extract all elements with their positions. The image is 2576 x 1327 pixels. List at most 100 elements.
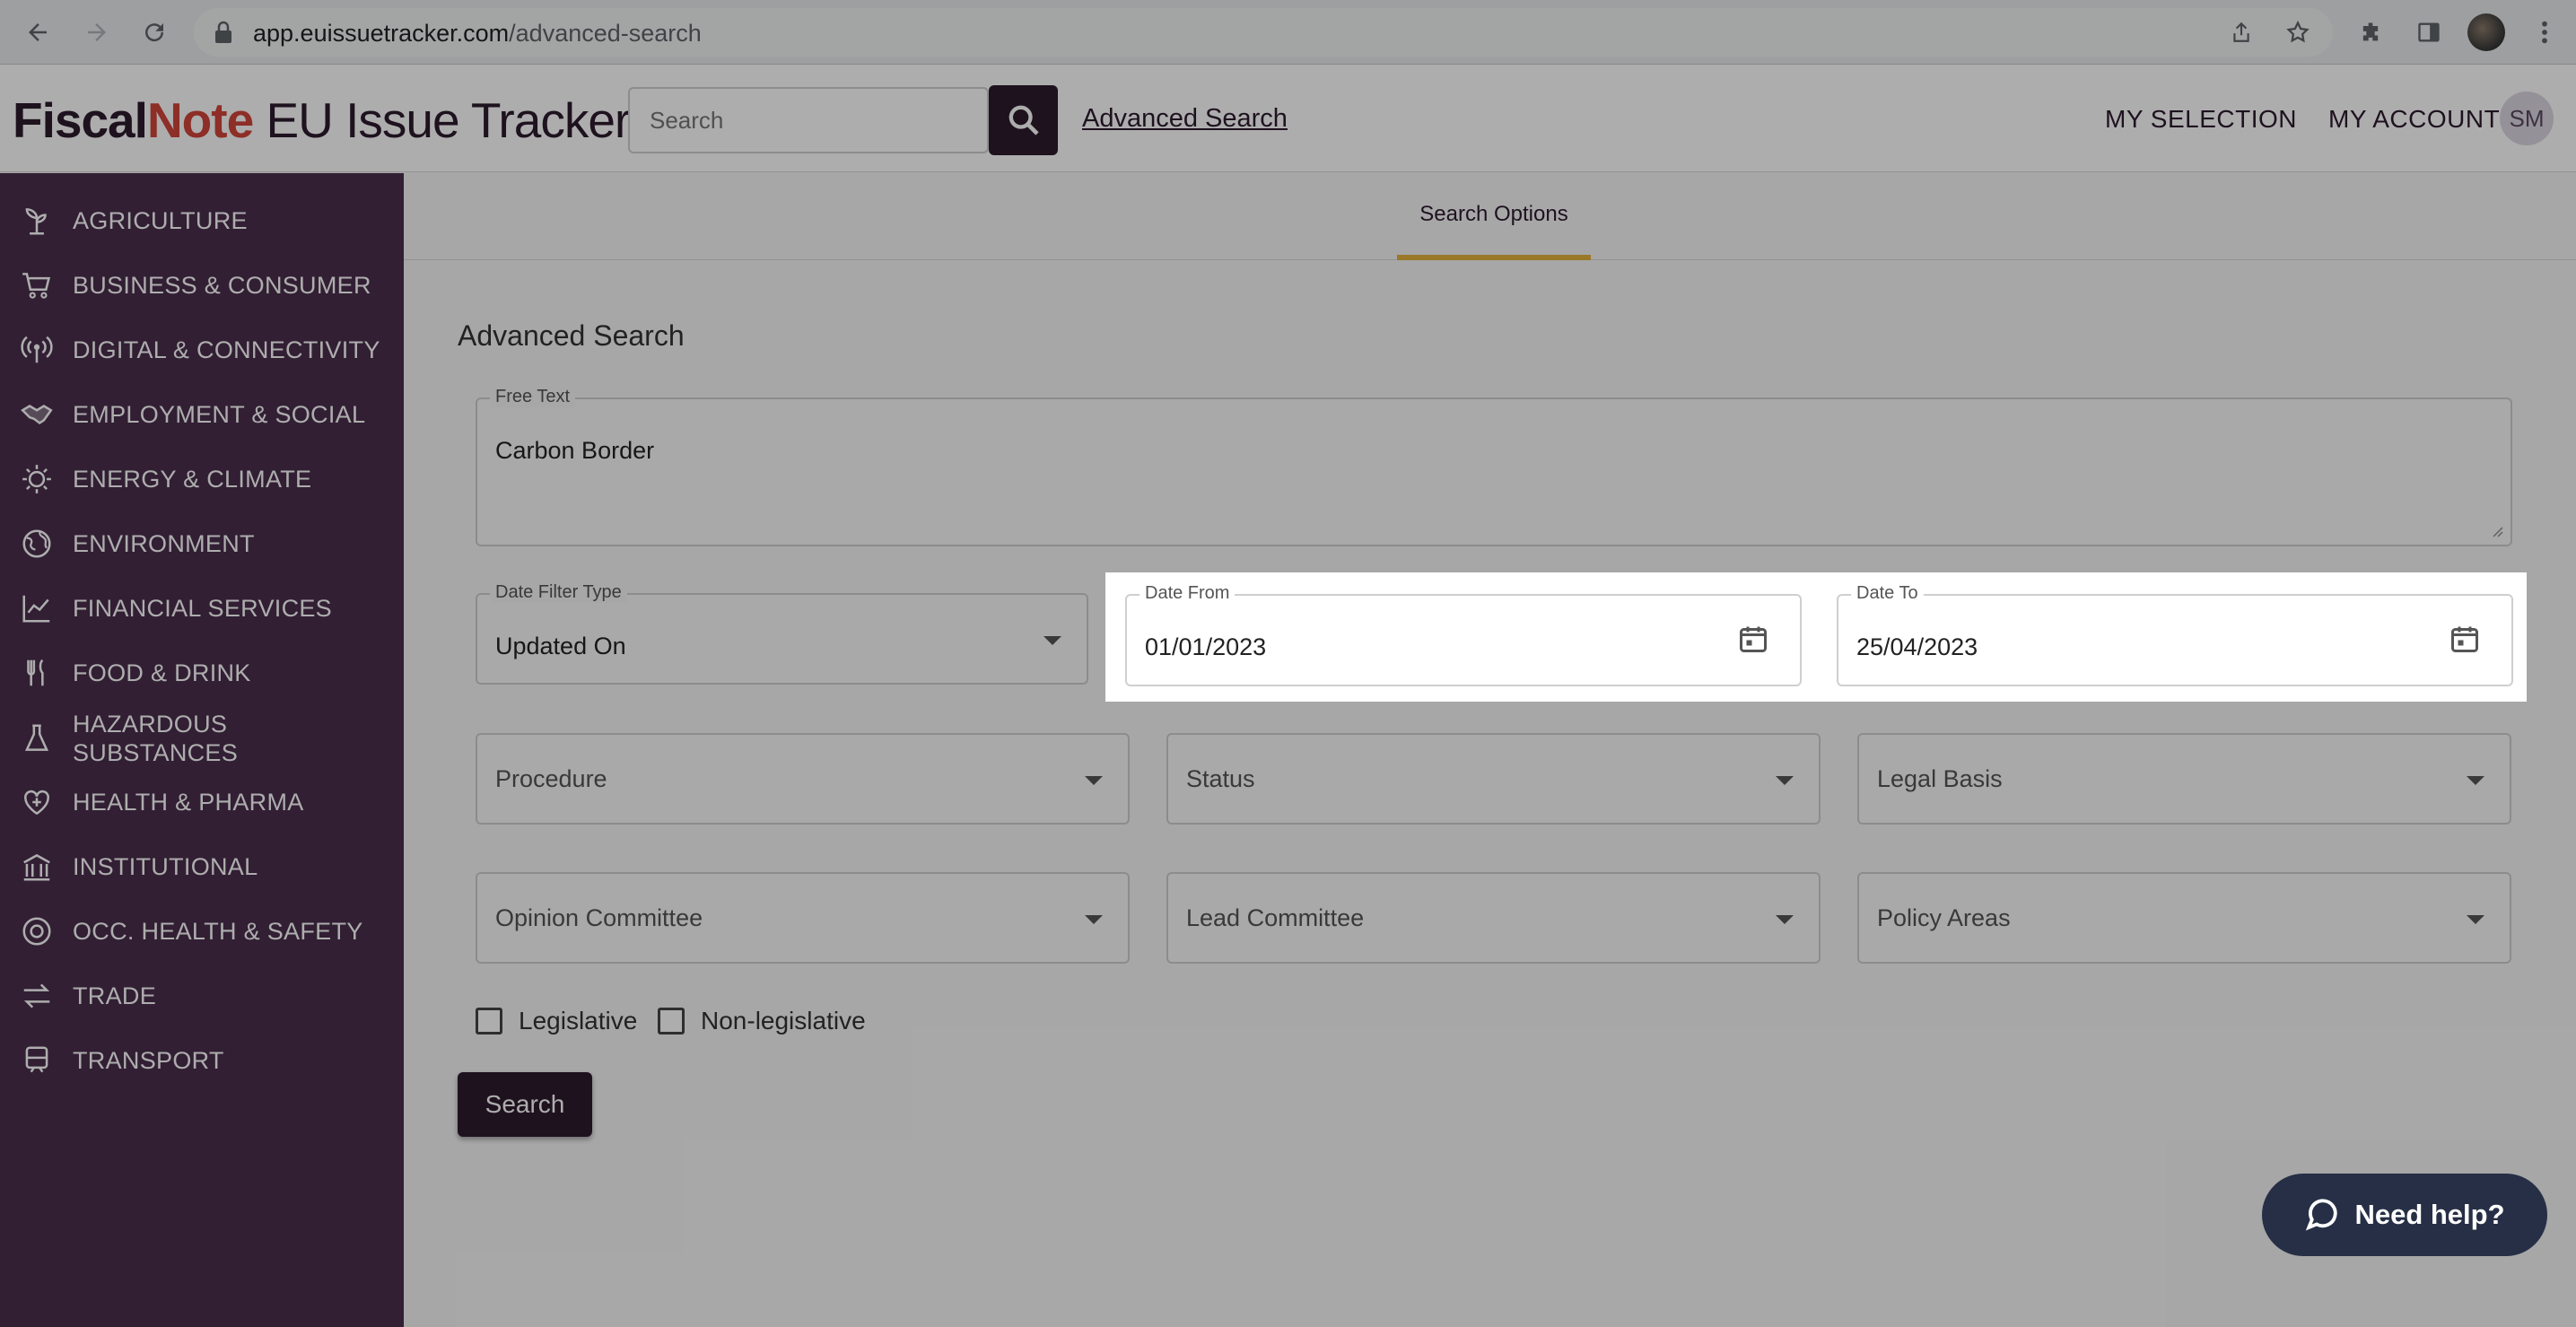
arrows-icon <box>18 977 56 1015</box>
reload-icon[interactable] <box>135 13 174 52</box>
chevron-down-icon <box>1043 636 1061 645</box>
non-legislative-checkbox[interactable] <box>658 1008 685 1035</box>
date-from-value: 01/01/2023 <box>1145 633 1267 660</box>
kebab-menu-icon[interactable] <box>2525 13 2564 52</box>
date-to-value: 25/04/2023 <box>1856 633 1978 660</box>
sidebar-item-label-line2: SUBSTANCES <box>73 739 239 766</box>
sidebar-item-occ-health-safety[interactable]: OCC. HEALTH & SAFETY <box>0 912 404 950</box>
broadcast-icon <box>18 331 56 369</box>
date-to-field[interactable]: Date To 25/04/2023 <box>1837 583 2513 686</box>
tab-bar: Search Options <box>404 173 2576 260</box>
chevron-down-icon <box>1776 915 1794 924</box>
header-search-button[interactable] <box>989 85 1058 155</box>
sidebar-item-financial-services[interactable]: FINANCIAL SERVICES <box>0 589 404 627</box>
non-legislative-label: Non-legislative <box>701 1007 866 1035</box>
legal-basis-select[interactable]: Legal Basis <box>1857 733 2511 825</box>
resize-handle-icon[interactable] <box>2489 523 2503 537</box>
chevron-down-icon <box>2467 776 2484 785</box>
my-account-link[interactable]: MY ACCOUNT <box>2328 105 2500 134</box>
procedure-placeholder: Procedure <box>495 765 607 792</box>
side-panel-icon[interactable] <box>2409 13 2449 52</box>
sidebar-item-transport[interactable]: TRANSPORT <box>0 1042 404 1079</box>
share-icon[interactable] <box>2222 13 2261 52</box>
lead-committee-select[interactable]: Lead Committee <box>1166 872 1821 964</box>
chat-bubble-icon <box>2306 1199 2338 1231</box>
status-select[interactable]: Status <box>1166 733 1821 825</box>
sidebar-item-institutional[interactable]: INSTITUTIONAL <box>0 848 404 886</box>
search-button[interactable]: Search <box>458 1072 592 1137</box>
lead-committee-placeholder: Lead Committee <box>1186 904 1365 931</box>
policy-areas-placeholder: Policy Areas <box>1877 904 2011 931</box>
bookmark-star-icon[interactable] <box>2278 13 2318 52</box>
url-text: app.euissuetracker.com/advanced-search <box>253 20 702 47</box>
sidebar-item-energy-climate[interactable]: ENERGY & CLIMATE <box>0 460 404 498</box>
sidebar-item-business-consumer[interactable]: BUSINESS & CONSUMER <box>0 266 404 304</box>
chevron-down-icon <box>1085 915 1103 924</box>
sidebar-item-label-line1: HAZARDOUS <box>73 711 228 738</box>
policy-areas-select[interactable]: Policy Areas <box>1857 872 2511 964</box>
sidebar-item-trade[interactable]: TRADE <box>0 977 404 1015</box>
plant-icon <box>18 202 56 240</box>
date-range-spotlight: Date From 01/01/2023 Date To 25/04/2023 <box>1105 572 2527 702</box>
free-text-value: Carbon Border <box>495 437 655 464</box>
train-icon <box>18 1042 56 1079</box>
main-content: Search Options Advanced Search Free Text… <box>404 173 2576 1327</box>
user-avatar[interactable]: SM <box>2500 92 2554 145</box>
chevron-down-icon <box>2467 915 2484 924</box>
heart-plus-icon <box>18 783 56 821</box>
sidebar-item-health-pharma[interactable]: HEALTH & PHARMA <box>0 783 404 821</box>
legal-basis-placeholder: Legal Basis <box>1877 765 2003 792</box>
chart-icon <box>18 589 56 627</box>
tab-search-options[interactable]: Search Options <box>1397 173 1591 260</box>
flask-icon <box>18 720 56 757</box>
my-selection-link[interactable]: MY SELECTION <box>2105 105 2297 134</box>
sidebar-item-hazardous-substances[interactable]: HAZARDOUS SUBSTANCES <box>0 710 404 767</box>
sidebar-item-food-drink[interactable]: FOOD & DRINK <box>0 654 404 692</box>
date-filter-type-label: Date Filter Type <box>490 582 627 603</box>
extensions-icon[interactable] <box>2351 13 2390 52</box>
chevron-down-icon <box>1776 776 1794 785</box>
page-title: Advanced Search <box>458 319 685 352</box>
date-to-label: Date To <box>1851 583 1924 604</box>
sidebar-nav: AGRICULTURE BUSINESS & CONSUMER DIGITAL … <box>0 173 404 1327</box>
sidebar-item-agriculture[interactable]: AGRICULTURE <box>0 202 404 240</box>
need-help-label: Need help? <box>2354 1199 2505 1230</box>
sidebar-item-digital-connectivity[interactable]: DIGITAL & CONNECTIVITY <box>0 331 404 369</box>
date-from-label: Date From <box>1140 583 1236 604</box>
globe-icon <box>18 525 56 563</box>
sun-icon <box>18 460 56 498</box>
calendar-icon[interactable] <box>2449 623 2481 655</box>
browser-toolbar: app.euissuetracker.com/advanced-search <box>0 0 2576 65</box>
lifebuoy-icon <box>18 912 56 950</box>
chevron-down-icon <box>1085 776 1103 785</box>
utensils-icon <box>18 654 56 692</box>
building-icon <box>18 848 56 886</box>
handshake-icon <box>18 396 56 433</box>
free-text-label: Free Text <box>490 387 575 407</box>
cart-icon <box>18 266 56 304</box>
legislative-checkbox[interactable] <box>476 1008 502 1035</box>
date-filter-type-value: Updated On <box>495 633 626 659</box>
procedure-select[interactable]: Procedure <box>476 733 1130 825</box>
brand-logo[interactable]: FiscalNote EU Issue Tracker <box>13 92 631 149</box>
header-search-input[interactable]: Search <box>628 87 989 153</box>
sidebar-item-environment[interactable]: ENVIRONMENT <box>0 525 404 563</box>
legislative-label: Legislative <box>519 1007 638 1035</box>
free-text-field[interactable]: Free Text Carbon Border <box>476 387 2512 546</box>
need-help-button[interactable]: Need help? <box>2262 1174 2547 1256</box>
lock-icon <box>214 21 233 48</box>
search-icon <box>1009 105 1039 135</box>
status-placeholder: Status <box>1186 765 1255 792</box>
advanced-search-link[interactable]: Advanced Search <box>1082 104 1288 134</box>
browser-profile-avatar[interactable] <box>2467 13 2505 51</box>
app-header: FiscalNote EU Issue Tracker Search Advan… <box>0 65 2576 172</box>
opinion-committee-select[interactable]: Opinion Committee <box>476 872 1130 964</box>
address-bar[interactable]: app.euissuetracker.com/advanced-search <box>194 8 2333 57</box>
calendar-icon[interactable] <box>1737 623 1769 655</box>
date-from-field[interactable]: Date From 01/01/2023 <box>1125 583 1802 686</box>
forward-icon[interactable] <box>77 13 117 52</box>
date-filter-type-select[interactable]: Date Filter Type Updated On <box>476 582 1088 685</box>
back-icon[interactable] <box>18 13 57 52</box>
opinion-committee-placeholder: Opinion Committee <box>495 904 703 931</box>
sidebar-item-employment-social[interactable]: EMPLOYMENT & SOCIAL <box>0 396 404 433</box>
